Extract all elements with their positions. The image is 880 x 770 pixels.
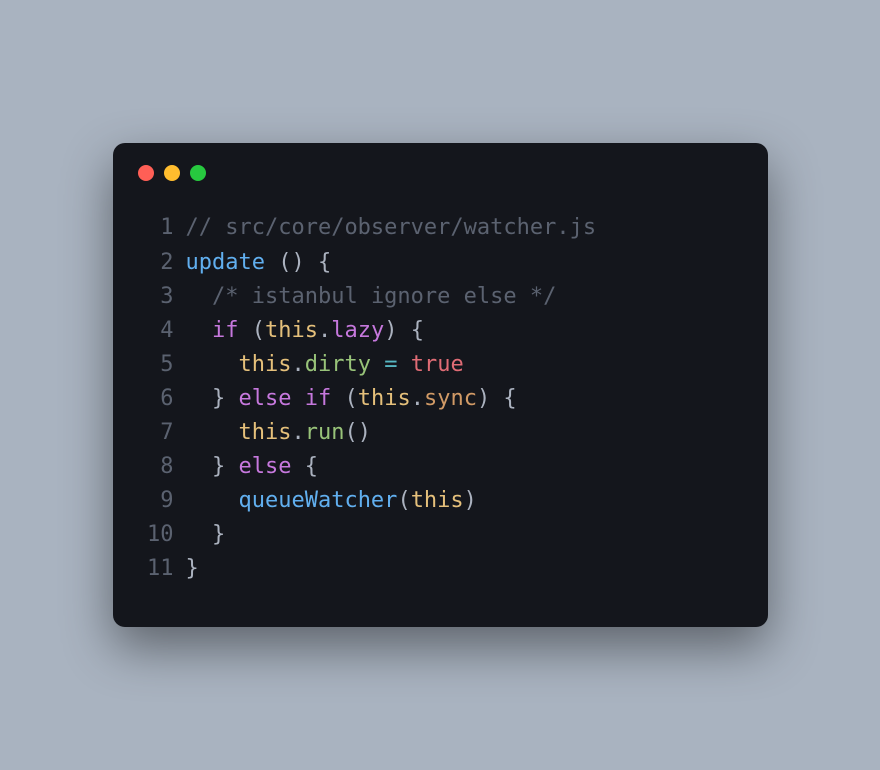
code-line: 9 queueWatcher(this) bbox=[138, 484, 743, 518]
line-number: 2 bbox=[138, 246, 174, 280]
code-token: ) { bbox=[384, 318, 424, 343]
code-token: this bbox=[358, 386, 411, 411]
code-token: } bbox=[212, 522, 225, 547]
code-token: ) bbox=[464, 488, 477, 513]
line-content: } else if (this.sync) { bbox=[186, 382, 517, 416]
code-token: dirty bbox=[305, 352, 371, 377]
code-line: 5 this.dirty = true bbox=[138, 348, 743, 382]
code-token bbox=[186, 318, 213, 343]
line-content: update () { bbox=[186, 246, 332, 280]
code-token: = bbox=[384, 352, 397, 377]
code-line: 11} bbox=[138, 552, 743, 586]
line-number: 9 bbox=[138, 484, 174, 518]
code-token: run bbox=[305, 420, 345, 445]
code-token bbox=[265, 250, 278, 275]
code-token: this bbox=[265, 318, 318, 343]
line-number: 8 bbox=[138, 450, 174, 484]
code-token: if bbox=[212, 318, 239, 343]
code-token: ( bbox=[344, 386, 357, 411]
line-number: 11 bbox=[138, 552, 174, 586]
code-token: lazy bbox=[331, 318, 384, 343]
line-content: this.dirty = true bbox=[186, 348, 464, 382]
code-token: this bbox=[411, 488, 464, 513]
minimize-icon[interactable] bbox=[164, 165, 180, 181]
line-number: 5 bbox=[138, 348, 174, 382]
zoom-icon[interactable] bbox=[190, 165, 206, 181]
code-token bbox=[239, 318, 252, 343]
code-token bbox=[186, 420, 239, 445]
code-token: } bbox=[186, 556, 199, 581]
code-line: 6 } else if (this.sync) { bbox=[138, 382, 743, 416]
code-line: 7 this.run() bbox=[138, 416, 743, 450]
code-token: } bbox=[212, 386, 225, 411]
code-editor[interactable]: 1 // src/core/observer/watcher.js 2 update … bbox=[113, 191, 768, 596]
line-content: } bbox=[186, 552, 199, 586]
code-token: sync bbox=[424, 386, 477, 411]
line-number: 6 bbox=[138, 382, 174, 416]
code-token: update bbox=[186, 250, 265, 275]
line-number: 10 bbox=[138, 518, 174, 552]
code-token: ( bbox=[397, 488, 410, 513]
code-token bbox=[291, 454, 304, 479]
code-token: () { bbox=[278, 250, 331, 275]
code-line: 8 } else { bbox=[138, 450, 743, 484]
line-content: // src/core/observer/watcher.js bbox=[186, 211, 597, 245]
window-titlebar bbox=[113, 143, 768, 191]
code-line: 10 } bbox=[138, 518, 743, 552]
code-line: 2 update () { bbox=[138, 246, 743, 280]
code-token bbox=[397, 352, 410, 377]
code-token: /* istanbul ignore else */ bbox=[212, 284, 556, 309]
code-token: queueWatcher bbox=[238, 488, 397, 513]
code-token: ( bbox=[252, 318, 265, 343]
code-token bbox=[186, 352, 239, 377]
code-token bbox=[186, 522, 213, 547]
code-line: 4 if (this.lazy) { bbox=[138, 314, 743, 348]
code-line: 3 /* istanbul ignore else */ bbox=[138, 280, 743, 314]
line-number: 4 bbox=[138, 314, 174, 348]
line-content: /* istanbul ignore else */ bbox=[186, 280, 557, 314]
line-number: 3 bbox=[138, 280, 174, 314]
code-token: this bbox=[238, 352, 291, 377]
code-token: . bbox=[291, 420, 304, 445]
code-token: () bbox=[344, 420, 371, 445]
code-token: } bbox=[212, 454, 225, 479]
line-content: this.run() bbox=[186, 416, 371, 450]
code-token: . bbox=[291, 352, 304, 377]
code-token bbox=[186, 488, 239, 513]
code-token bbox=[225, 454, 238, 479]
line-number: 1 bbox=[138, 211, 174, 245]
code-token: else bbox=[239, 454, 292, 479]
line-number: 7 bbox=[138, 416, 174, 450]
code-token: else if bbox=[239, 386, 332, 411]
code-token bbox=[186, 284, 213, 309]
line-content: if (this.lazy) { bbox=[186, 314, 424, 348]
code-token: . bbox=[411, 386, 424, 411]
code-token: // src/core/observer/watcher.js bbox=[186, 215, 597, 240]
code-token: { bbox=[305, 454, 318, 479]
code-token bbox=[186, 386, 213, 411]
code-window: 1 // src/core/observer/watcher.js 2 update … bbox=[113, 143, 768, 626]
code-token: this bbox=[238, 420, 291, 445]
code-line: 1 // src/core/observer/watcher.js bbox=[138, 211, 743, 245]
code-token: true bbox=[411, 352, 464, 377]
code-token: . bbox=[318, 318, 331, 343]
line-content: } else { bbox=[186, 450, 318, 484]
code-token bbox=[371, 352, 384, 377]
close-icon[interactable] bbox=[138, 165, 154, 181]
line-content: queueWatcher(this) bbox=[186, 484, 477, 518]
code-token: ) { bbox=[477, 386, 517, 411]
code-token bbox=[186, 454, 213, 479]
line-content: } bbox=[186, 518, 226, 552]
code-token bbox=[331, 386, 344, 411]
code-token bbox=[225, 386, 238, 411]
